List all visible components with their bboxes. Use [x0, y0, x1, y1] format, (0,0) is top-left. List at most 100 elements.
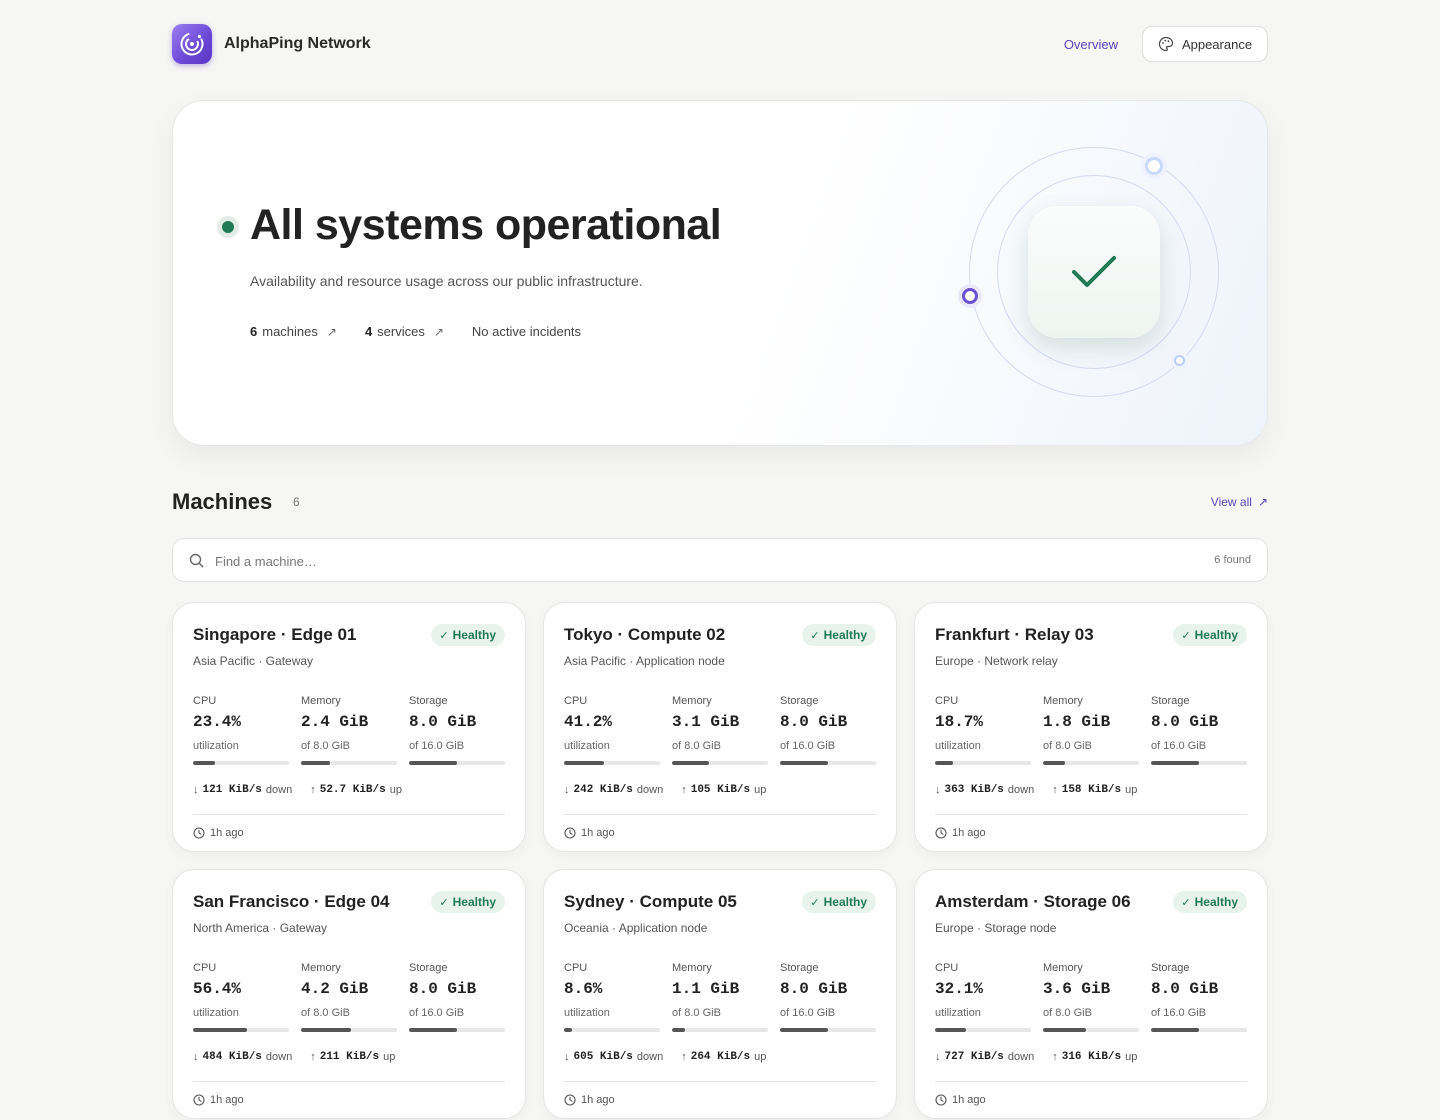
network-stats: ↓ 121 KiB/s down ↑ 52.7 KiB/s up — [193, 784, 402, 796]
cpu-sub: utilization — [193, 740, 239, 752]
memory-sub: of 8.0 GiB — [672, 1007, 721, 1019]
storage-value: 8.0 GiB — [1151, 713, 1219, 731]
check-icon: ✓ — [1181, 896, 1191, 909]
status-label: Healthy — [452, 628, 496, 642]
storage-bar — [409, 761, 505, 765]
last-updated: 1h ago — [564, 1094, 615, 1106]
bar-fill — [193, 1028, 248, 1032]
cpu-sub: utilization — [564, 740, 610, 752]
status-label: Healthy — [452, 895, 496, 909]
last-updated: 1h ago — [935, 1094, 986, 1106]
memory-bar — [1043, 761, 1139, 765]
check-icon: ✓ — [439, 629, 449, 642]
services-label: services — [377, 324, 425, 339]
nav-overview-link[interactable]: Overview — [1064, 37, 1118, 52]
bar-fill — [409, 1028, 457, 1032]
download-value: 484 KiB/s — [202, 1051, 262, 1063]
radar-icon[interactable] — [172, 24, 212, 64]
updated-text: 1h ago — [210, 827, 244, 839]
machine-card[interactable]: San Francisco · Edge 04 ✓ Healthy North … — [172, 869, 526, 1119]
upload-rate: ↑ 316 KiB/s up — [1052, 1051, 1137, 1063]
cpu-sub: utilization — [564, 1007, 610, 1019]
machine-card[interactable]: Tokyo · Compute 02 ✓ Healthy Asia Pacifi… — [543, 602, 897, 852]
memory-sub: of 8.0 GiB — [1043, 1007, 1092, 1019]
status-check-tile — [1028, 206, 1160, 338]
storage-sub: of 16.0 GiB — [780, 1007, 836, 1019]
last-updated: 1h ago — [193, 1094, 244, 1106]
storage-bar — [780, 761, 876, 765]
machine-region: Oceania · Application node — [564, 921, 708, 935]
arrow-down-icon: ↓ — [564, 1051, 570, 1063]
arrow-up-icon: ↑ — [310, 784, 316, 796]
view-all-link[interactable]: View all ↗ — [1211, 495, 1268, 509]
cpu-sub: utilization — [935, 1007, 981, 1019]
cpu-bar — [564, 761, 660, 765]
download-rate: ↓ 242 KiB/s down — [564, 784, 663, 796]
check-icon — [1072, 256, 1116, 287]
top-bar: AlphaPing Network Overview Appearance — [172, 0, 1268, 90]
check-icon: ✓ — [810, 629, 820, 642]
metrics: CPU 56.4% utilization Memory 4.2 GiB of … — [193, 962, 506, 1032]
machine-card[interactable]: Amsterdam · Storage 06 ✓ Healthy Europe … — [914, 869, 1268, 1119]
metrics: CPU 8.6% utilization Memory 1.1 GiB of 8… — [564, 962, 877, 1032]
divider — [193, 814, 505, 815]
search-input[interactable] — [215, 549, 1115, 573]
memory-label: Memory — [301, 962, 341, 974]
divider — [935, 814, 1247, 815]
orbit-dot — [962, 288, 978, 304]
bar-fill — [935, 761, 953, 765]
cpu-sub: utilization — [193, 1007, 239, 1019]
status-illustration — [962, 147, 1219, 397]
storage-label: Storage — [780, 695, 819, 707]
network-stats: ↓ 605 KiB/s down ↑ 264 KiB/s up — [564, 1051, 766, 1063]
memory-metric: Memory 4.2 GiB of 8.0 GiB — [301, 962, 397, 1032]
machine-card[interactable]: Frankfurt · Relay 03 ✓ Healthy Europe · … — [914, 602, 1268, 852]
arrow-up-icon: ↑ — [1052, 1051, 1058, 1063]
status-label: Healthy — [823, 628, 867, 642]
machine-card[interactable]: Sydney · Compute 05 ✓ Healthy Oceania · … — [543, 869, 897, 1119]
divider — [935, 1081, 1247, 1082]
memory-metric: Memory 1.8 GiB of 8.0 GiB — [1043, 695, 1139, 765]
cpu-label: CPU — [193, 962, 217, 974]
cpu-bar — [193, 1028, 289, 1032]
memory-bar — [672, 1028, 768, 1032]
storage-bar — [409, 1028, 505, 1032]
machine-name: Singapore · Edge 01 — [193, 625, 357, 644]
clock-icon — [935, 827, 947, 839]
memory-bar — [1043, 1028, 1139, 1032]
bar-fill — [193, 761, 216, 765]
arrow-down-icon: ↓ — [935, 1051, 941, 1063]
machine-search: 6 found — [172, 538, 1268, 582]
divider — [564, 1081, 876, 1082]
machines-stat-link[interactable]: 6 machines ↗ — [250, 324, 337, 339]
download-label: down — [636, 784, 664, 796]
brand-name[interactable]: AlphaPing Network — [224, 35, 371, 53]
last-updated: 1h ago — [193, 827, 244, 839]
appearance-button[interactable]: Appearance — [1142, 26, 1268, 62]
arrow-up-right-icon: ↗ — [1257, 495, 1268, 509]
memory-metric: Memory 2.4 GiB of 8.0 GiB — [301, 695, 397, 765]
status-label: Healthy — [1194, 895, 1238, 909]
arrow-up-right-icon: ↗ — [326, 324, 337, 339]
memory-metric: Memory 3.1 GiB of 8.0 GiB — [672, 695, 768, 765]
metrics: CPU 41.2% utilization Memory 3.1 GiB of … — [564, 695, 877, 765]
upload-rate: ↑ 105 KiB/s up — [681, 784, 766, 796]
cpu-sub: utilization — [935, 740, 981, 752]
cpu-value: 18.7% — [935, 713, 984, 731]
arrow-down-icon: ↓ — [564, 784, 570, 796]
machine-card[interactable]: Singapore · Edge 01 ✓ Healthy Asia Pacif… — [172, 602, 526, 852]
cpu-metric: CPU 32.1% utilization — [935, 962, 1031, 1032]
metrics: CPU 32.1% utilization Memory 3.6 GiB of … — [935, 962, 1248, 1032]
machines-count-badge: 6 — [293, 495, 300, 509]
bar-fill — [1043, 761, 1065, 765]
memory-metric: Memory 3.6 GiB of 8.0 GiB — [1043, 962, 1139, 1032]
download-rate: ↓ 121 KiB/s down — [193, 784, 292, 796]
cpu-bar — [564, 1028, 660, 1032]
memory-sub: of 8.0 GiB — [1043, 740, 1092, 752]
cpu-label: CPU — [935, 695, 959, 707]
services-stat-link[interactable]: 4 services ↗ — [365, 324, 444, 339]
memory-value: 2.4 GiB — [301, 713, 369, 731]
last-updated: 1h ago — [935, 827, 986, 839]
machine-name: Tokyo · Compute 02 — [564, 625, 726, 644]
memory-bar — [301, 1028, 397, 1032]
